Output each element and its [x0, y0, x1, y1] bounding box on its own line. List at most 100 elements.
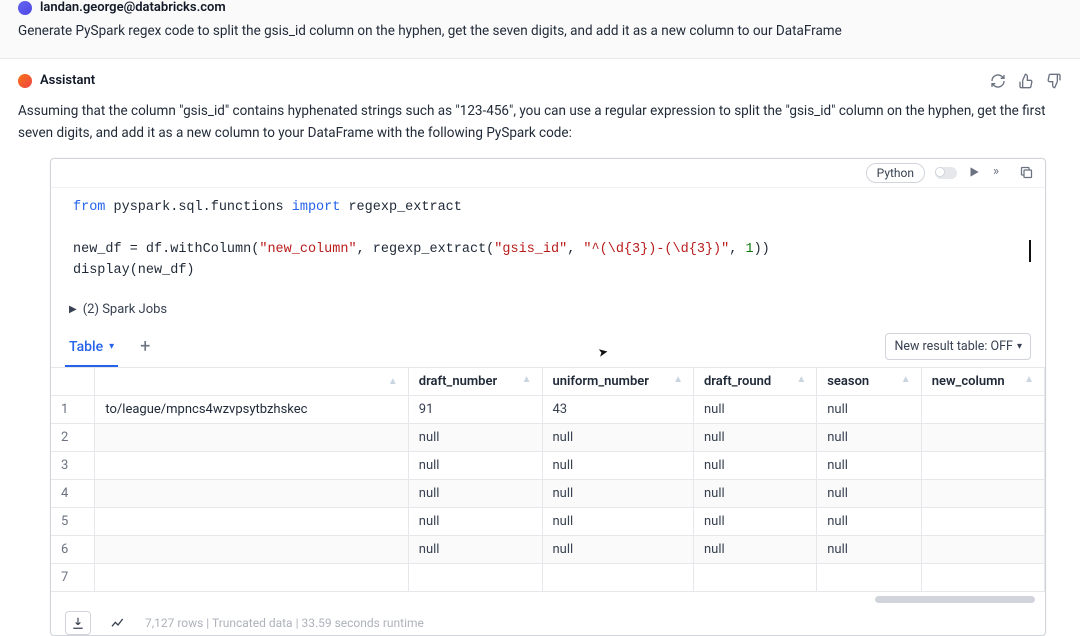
cell-draft-round: null [693, 507, 816, 535]
code-cursor [1029, 240, 1031, 262]
cell-draft-number: null [408, 479, 542, 507]
cell-toggle[interactable] [935, 167, 957, 179]
assistant-label: Assistant [40, 73, 95, 88]
notebook-cell: Python » from pyspark.sql.functions impo… [50, 158, 1046, 636]
chevron-down-icon: ▾ [109, 341, 114, 352]
col-rownum[interactable] [51, 368, 95, 396]
result-table: ▲ draft_number▲ uniform_number▲ draft_ro… [51, 368, 1045, 592]
result-toggle-label: New result table: OFF [894, 339, 1012, 354]
cell-new-column [921, 507, 1044, 535]
cell-uniform-number: null [542, 535, 693, 563]
thumbs-down-icon[interactable] [1046, 73, 1062, 89]
thumbs-up-icon[interactable] [1018, 73, 1034, 89]
language-label: Python [877, 166, 914, 180]
cell-draft-round: null [693, 423, 816, 451]
cell-path [95, 507, 408, 535]
tab-table-label: Table [69, 339, 103, 355]
sort-icon: ▲ [522, 374, 532, 385]
cell-new-column [921, 451, 1044, 479]
col-draft-number[interactable]: draft_number▲ [408, 368, 542, 396]
spark-jobs-label: (2) Spark Jobs [83, 302, 167, 317]
mouse-cursor-icon: ➤ [597, 344, 609, 360]
cell-season: null [817, 479, 921, 507]
cell-path [95, 535, 408, 563]
cell-draft-round: null [693, 451, 816, 479]
cell-draft-number: null [408, 451, 542, 479]
cell-new-column [921, 535, 1044, 563]
row-number: 1 [51, 395, 95, 423]
language-pill[interactable]: Python [866, 163, 925, 183]
table-row[interactable]: 6nullnullnullnull [51, 535, 1045, 563]
table-row[interactable]: 5nullnullnullnull [51, 507, 1045, 535]
cell-toolbar: Python » [51, 159, 1045, 188]
cell-new-column [921, 423, 1044, 451]
row-number: 6 [51, 535, 95, 563]
copy-icon[interactable] [1019, 165, 1035, 181]
cell-season [817, 563, 921, 591]
col-season[interactable]: season▲ [817, 368, 921, 396]
row-number: 5 [51, 507, 95, 535]
spark-jobs-row[interactable]: ▶ (2) Spark Jobs [51, 292, 1045, 327]
cell-uniform-number: null [542, 423, 693, 451]
cell-new-column [921, 395, 1044, 423]
cell-uniform-number: null [542, 451, 693, 479]
cell-draft-number: null [408, 423, 542, 451]
table-row[interactable]: 2nullnullnullnull [51, 423, 1045, 451]
cell-uniform-number [542, 563, 693, 591]
sort-icon: ▲ [673, 374, 683, 385]
cell-draft-round: null [693, 395, 816, 423]
table-row[interactable]: 4nullnullnullnull [51, 479, 1045, 507]
cell-uniform-number: 43 [542, 395, 693, 423]
cell-draft-round: null [693, 535, 816, 563]
chart-button[interactable] [105, 611, 131, 635]
table-row[interactable]: 3nullnullnullnull [51, 451, 1045, 479]
tab-table[interactable]: Table ▾ [65, 327, 118, 367]
expand-icon[interactable]: » [993, 165, 1009, 181]
horizontal-scrollbar[interactable] [875, 596, 1035, 603]
cell-path [95, 563, 408, 591]
assistant-response-text: Assuming that the column "gsis_id" conta… [18, 101, 1062, 144]
code-editor[interactable]: from pyspark.sql.functions import regexp… [51, 188, 1045, 292]
cell-season: null [817, 507, 921, 535]
user-avatar [18, 1, 32, 15]
expand-triangle-icon: ▶ [69, 304, 77, 315]
cell-uniform-number: null [542, 507, 693, 535]
cell-season: null [817, 395, 921, 423]
cell-draft-round: null [693, 479, 816, 507]
sort-icon: ▲ [388, 376, 398, 387]
download-button[interactable] [65, 611, 91, 635]
row-number: 2 [51, 423, 95, 451]
col-draft-round[interactable]: draft_round▲ [693, 368, 816, 396]
result-footer: 7,127 rows | Truncated data | 33.59 seco… [51, 603, 1045, 635]
cell-new-column [921, 563, 1044, 591]
cell-draft-number [408, 563, 542, 591]
sort-icon: ▲ [1024, 374, 1034, 385]
regenerate-icon[interactable] [990, 73, 1006, 89]
col-path[interactable]: ▲ [95, 368, 408, 396]
cell-new-column [921, 479, 1044, 507]
add-tab-button[interactable]: + [136, 336, 154, 357]
cell-path [95, 451, 408, 479]
cell-path: to/league/mpncs4wzvpsytbzhskec [95, 395, 408, 423]
table-row[interactable]: 1to/league/mpncs4wzvpsytbzhskec9143nulln… [51, 395, 1045, 423]
user-email: landan.george@databricks.com [40, 0, 226, 15]
run-icon[interactable] [967, 165, 983, 181]
user-prompt-text: Generate PySpark regex code to split the… [18, 21, 1062, 42]
cell-draft-number: null [408, 535, 542, 563]
row-number: 3 [51, 451, 95, 479]
cell-uniform-number: null [542, 479, 693, 507]
cell-draft-round [693, 563, 816, 591]
cell-draft-number: 91 [408, 395, 542, 423]
sort-icon: ▲ [901, 374, 911, 385]
assistant-message: Assistant Assuming that the column "gsis… [0, 59, 1080, 636]
table-row[interactable]: 7 [51, 563, 1045, 591]
sort-icon: ▲ [796, 374, 806, 385]
col-new-column[interactable]: new_column▲ [921, 368, 1044, 396]
chevron-down-icon: ▾ [1017, 341, 1022, 352]
cell-path [95, 423, 408, 451]
result-table-toggle[interactable]: New result table: OFF ▾ [885, 333, 1031, 360]
row-number: 4 [51, 479, 95, 507]
col-uniform-number[interactable]: uniform_number▲ [542, 368, 693, 396]
user-message: landan.george@databricks.com Generate Py… [0, 0, 1080, 59]
table-header-row: ▲ draft_number▲ uniform_number▲ draft_ro… [51, 368, 1045, 396]
